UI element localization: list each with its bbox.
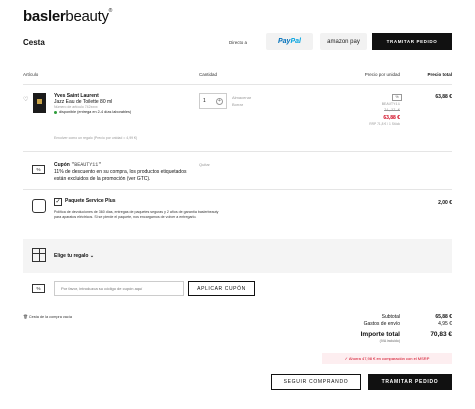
total-value: 70,83 € [430,331,452,338]
paypal-button[interactable]: Pay Pal [266,33,313,50]
product-image[interactable] [33,93,46,113]
checkout-button-top[interactable]: TRAMITAR PEDIDO [372,33,452,50]
service-plus-price: 2,00 € [438,200,452,206]
service-plus-checkbox[interactable]: ✓ [54,198,62,206]
total-label: Importe total [360,331,400,338]
availability-dot-icon [54,110,57,114]
subtotal-label: Subtotal [381,314,400,320]
coupon-remove-link[interactable]: Quitar [199,162,210,167]
discount-badge: % [392,94,402,101]
column-total: Precio total [427,72,452,77]
gift-selector-label[interactable]: Elige tu regalo ⌄ [54,253,94,259]
subtotal-value: 65,88 € [435,314,452,320]
coupon-icon: % [32,165,45,174]
coupon-code-applied: BEAUTY11 [381,103,400,107]
old-unit-price: 71,27 € [384,109,400,113]
direct-checkout-label: Directo a [229,40,248,45]
gift-wrap-option[interactable]: Envolver como un regalo (Precio por unid… [54,136,137,140]
unit-price: 63,88 € [383,115,400,121]
divider [23,84,452,85]
checkout-button[interactable]: TRAMITAR PEDIDO [368,374,452,390]
coupon-code-input[interactable] [54,281,184,296]
service-plus-description: Política de devoluciones de 360 días, en… [54,210,219,219]
divider [23,151,452,152]
apply-coupon-button[interactable]: APLICAR CUPÓN [188,281,255,296]
logo[interactable]: baslerbeauty® [23,8,112,25]
column-article: Artículo [23,72,39,77]
availability-status: disponible (entrega en 2-4 días laborabl… [54,110,131,114]
chevron-down-icon: ⌄ [89,253,95,259]
continue-shopping-button[interactable]: SEGUIR COMPRANDO [271,374,361,390]
quantity-stepper[interactable]: 1 + [199,93,227,109]
shipping-value: 4,95 € [438,321,452,327]
wishlist-link[interactable]: Almacenar [232,95,251,100]
savings-badge: ✓ Ahorra 47,98 € en comparación con el M… [322,353,452,364]
service-plus-icon [32,199,46,213]
row-total: 63,88 € [435,94,452,100]
column-unit-price: Precio por unidad [364,72,400,77]
rrp-note: RRP 71,8 € / 1 Stück [369,122,400,126]
coupon-title: Cupón "BEAUTY11" [54,162,102,168]
vat-note: (IVA incluido) [379,339,400,343]
plus-icon[interactable]: + [216,97,223,105]
trash-icon: 🗑 [23,315,28,319]
shipping-label: Gastos de envío [363,321,400,327]
heart-icon[interactable]: ♡ [23,96,28,103]
service-plus-title: Paquete Service Plus [65,198,116,204]
gift-icon [32,248,46,262]
coupon-entry-icon: % [32,284,45,293]
amazon-pay-button[interactable]: amazon pay [320,33,367,50]
column-quantity: Cantidad [199,72,218,77]
remove-link[interactable]: Borrar [232,102,243,107]
quantity-value: 1 [203,98,206,104]
coupon-description: 11% de descuento en su compra, los produ… [54,169,187,182]
page-title: Cesta [23,38,45,47]
empty-cart-link[interactable]: 🗑 Cesta de la compra vacía [23,314,72,319]
product-sku: Número de artículo 742xxxx [54,105,98,109]
divider [23,189,452,190]
